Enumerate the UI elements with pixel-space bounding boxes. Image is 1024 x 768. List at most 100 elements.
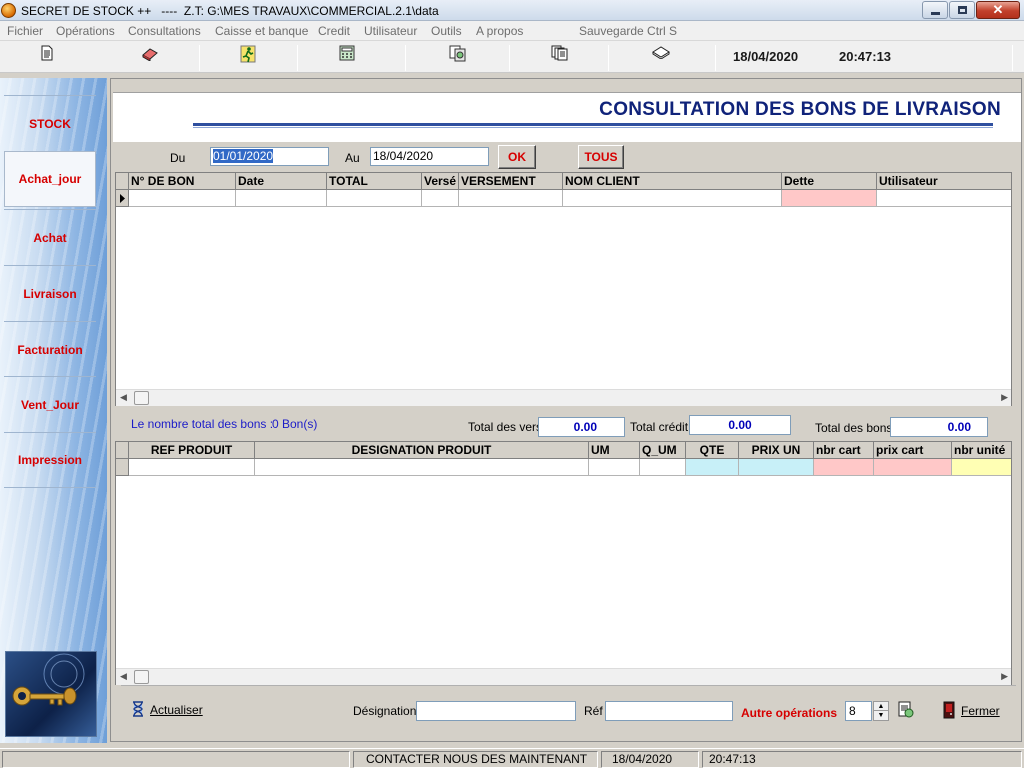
sidebar-item-livraison[interactable]: Livraison	[4, 265, 96, 321]
document-button[interactable]	[34, 45, 60, 67]
col-designation-produit[interactable]: DESIGNATION PRODUIT	[255, 442, 589, 459]
sidebar-item-impression[interactable]: Impression	[4, 432, 96, 488]
cell-ref-produit[interactable]	[129, 459, 255, 476]
cell-verse[interactable]	[422, 190, 459, 207]
produits-grid[interactable]: REF PRODUIT DESIGNATION PRODUIT UM Q_UM …	[115, 441, 1012, 685]
col-utilisateur[interactable]: Utilisateur	[877, 173, 1011, 190]
autre-operations-label: Autre opérations	[741, 706, 838, 720]
status-time: 20:47:13	[702, 751, 1022, 768]
book-button[interactable]	[648, 45, 674, 67]
eraser-button[interactable]	[137, 45, 163, 67]
autre-operations-go-button[interactable]	[897, 701, 915, 721]
menu-utilisateur[interactable]: Utilisateur	[364, 24, 417, 38]
maximize-button[interactable]	[949, 1, 975, 19]
sidebar-item-achat[interactable]: Achat	[4, 209, 96, 265]
scroll-thumb[interactable]	[134, 391, 149, 405]
cell-prix-un[interactable]	[739, 459, 814, 476]
ref-input[interactable]	[605, 701, 733, 721]
cell-qte[interactable]	[686, 459, 739, 476]
cell-nom-client[interactable]	[563, 190, 782, 207]
col-nbr-cart[interactable]: nbr cart	[814, 442, 874, 459]
du-date-input[interactable]: 01/01/2020	[210, 147, 329, 166]
col-qte[interactable]: QTE	[686, 442, 739, 459]
status-date: 18/04/2020	[601, 751, 699, 768]
grid-corner	[116, 173, 129, 190]
menu-operations[interactable]: Opérations	[56, 24, 115, 38]
menu-consultations[interactable]: Consultations	[128, 24, 201, 38]
spin-up-icon[interactable]: ▲	[874, 702, 888, 711]
exit-button[interactable]	[235, 45, 261, 67]
cell-designation[interactable]	[255, 459, 589, 476]
sidebar-item-facturation[interactable]: Facturation	[4, 321, 96, 377]
col-nom-client[interactable]: NOM CLIENT	[563, 173, 782, 190]
toolbar-separator	[715, 45, 716, 71]
menu-a-propos[interactable]: A propos	[476, 24, 523, 38]
cell-utilisateur[interactable]	[877, 190, 1011, 207]
menu-caisse-et-banque[interactable]: Caisse et banque	[215, 24, 308, 38]
col-num-bon[interactable]: N° DE BON	[129, 173, 236, 190]
spin-down-icon[interactable]: ▼	[874, 711, 888, 720]
status-contact: CONTACTER NOUS DES MAINTENANT	[353, 751, 598, 768]
cell-q-um[interactable]	[640, 459, 686, 476]
designation-input[interactable]	[416, 701, 576, 721]
autre-operations-input[interactable]: 8	[845, 701, 872, 721]
cell-um[interactable]	[589, 459, 640, 476]
sidebar-item-vent-jour[interactable]: Vent_Jour	[4, 376, 96, 432]
cell-total[interactable]	[327, 190, 422, 207]
calculator-button[interactable]	[334, 45, 360, 67]
col-nbr-unite[interactable]: nbr unité	[952, 442, 1011, 459]
minimize-button[interactable]	[922, 1, 948, 19]
sidebar-item-label: Achat	[33, 230, 67, 245]
cell-date[interactable]	[236, 190, 327, 207]
sidebar-item-achat-jour[interactable]: Achat_jour	[4, 151, 96, 207]
cell-prix-cart[interactable]	[874, 459, 952, 476]
menu-fichier[interactable]: Fichier	[7, 24, 43, 38]
col-dette[interactable]: Dette	[782, 173, 877, 190]
scroll-right-icon[interactable]: ▶	[1001, 392, 1008, 403]
cell-num-bon[interactable]	[129, 190, 236, 207]
toolbar: 18/04/2020 20:47:13	[0, 41, 1024, 73]
row-indicator[interactable]	[116, 190, 129, 207]
col-date[interactable]: Date	[236, 173, 327, 190]
scroll-right-icon[interactable]: ▶	[1001, 671, 1008, 682]
scroll-left-icon[interactable]: ◀	[120, 671, 127, 682]
cell-versement[interactable]	[459, 190, 563, 207]
scroll-thumb[interactable]	[134, 670, 149, 684]
col-prix-un[interactable]: PRIX UN	[739, 442, 814, 459]
menu-credit[interactable]: Credit	[318, 24, 350, 38]
cell-dette[interactable]	[782, 190, 877, 207]
bons-grid[interactable]: N° DE BON Date TOTAL Versé VERSEMENT NOM…	[115, 172, 1012, 406]
title-underline	[193, 123, 993, 126]
col-verse[interactable]: Versé	[422, 173, 459, 190]
cell-nbr-unite[interactable]	[952, 459, 1011, 476]
col-prix-cart[interactable]: prix cart	[874, 442, 952, 459]
close-button[interactable]: ✕	[976, 1, 1020, 19]
autre-operations-spinner[interactable]: ▲ ▼	[873, 701, 889, 721]
bons-grid-header: N° DE BON Date TOTAL Versé VERSEMENT NOM…	[116, 173, 1011, 190]
produits-grid-header: REF PRODUIT DESIGNATION PRODUIT UM Q_UM …	[116, 442, 1011, 459]
au-date-input[interactable]: 18/04/2020	[370, 147, 489, 166]
produits-horizontal-scrollbar[interactable]: ◀ ▶	[116, 668, 1011, 685]
window-title: SECRET DE STOCK ++ ---- Z.T: G:\MES TRAV…	[21, 4, 439, 18]
scroll-left-icon[interactable]: ◀	[120, 392, 127, 403]
bons-horizontal-scrollbar[interactable]: ◀ ▶	[116, 389, 1011, 406]
col-ref-produit[interactable]: REF PRODUIT	[129, 442, 255, 459]
sidebar-item-label: Livraison	[23, 286, 77, 301]
du-label: Du	[170, 151, 186, 165]
col-q-um[interactable]: Q_UM	[640, 442, 686, 459]
col-versement[interactable]: VERSEMENT	[459, 173, 563, 190]
copy-button[interactable]	[445, 45, 471, 67]
ok-button[interactable]: OK	[498, 145, 536, 169]
menu-outils[interactable]: Outils	[431, 24, 462, 38]
door-exit-icon	[943, 701, 955, 719]
col-total[interactable]: TOTAL	[327, 173, 422, 190]
col-um[interactable]: UM	[589, 442, 640, 459]
app-icon[interactable]	[1, 3, 16, 18]
pages-button[interactable]	[547, 45, 573, 67]
sidebar-item-stock[interactable]: STOCK	[4, 95, 96, 151]
au-label: Au	[345, 151, 360, 165]
cell-nbr-cart[interactable]	[814, 459, 874, 476]
row-indicator[interactable]	[116, 459, 129, 476]
tous-button[interactable]: TOUS	[578, 145, 624, 169]
menu-sauvegarde[interactable]: Sauvegarde Ctrl S	[579, 24, 677, 38]
